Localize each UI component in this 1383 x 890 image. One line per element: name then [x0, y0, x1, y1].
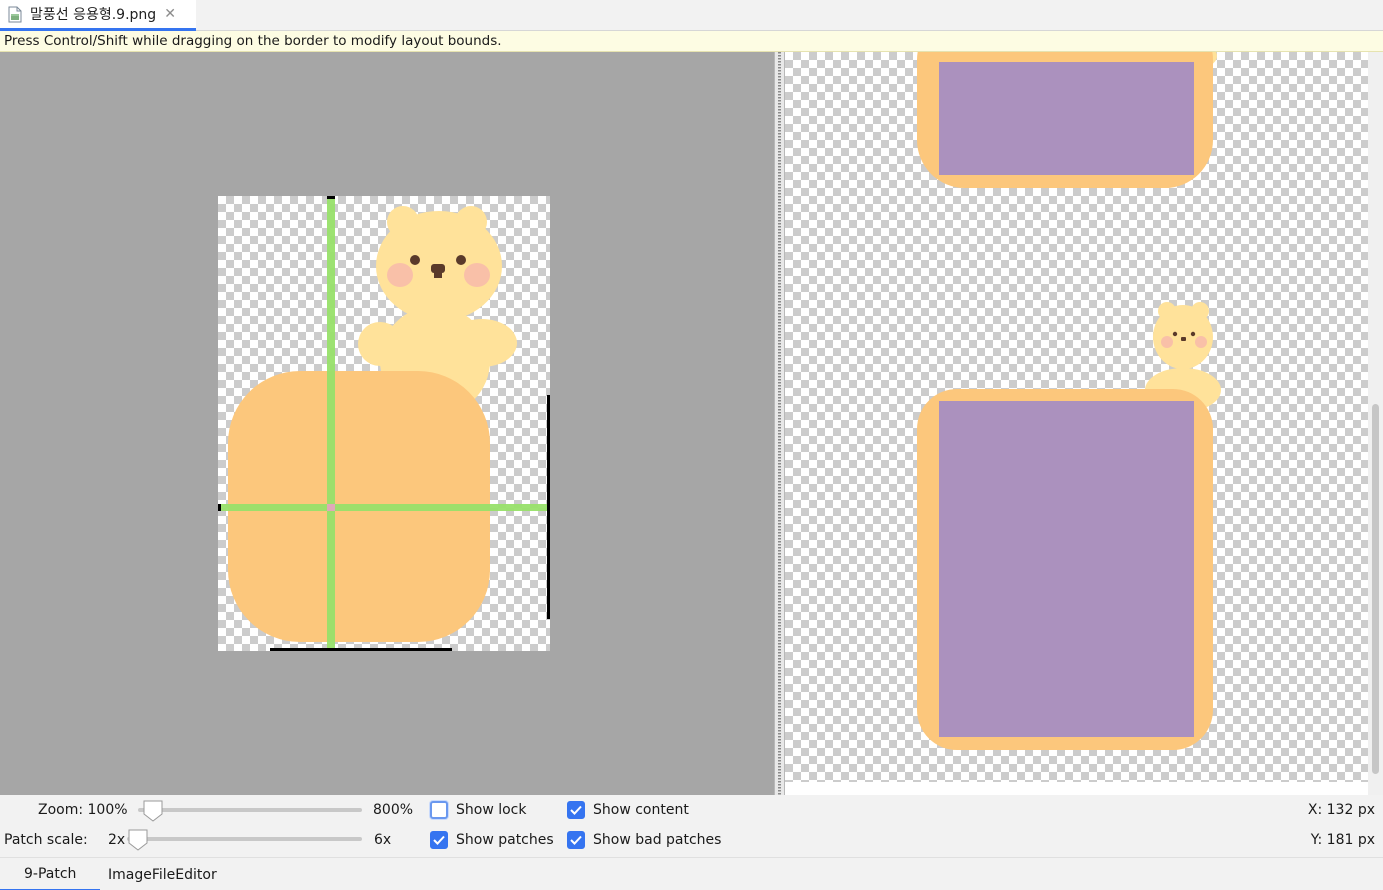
show-lock-checkbox[interactable]: Show lock	[430, 801, 527, 819]
preview-content-area-bottom	[939, 401, 1194, 737]
horizontal-patch-line	[218, 504, 550, 511]
preview-content-area-top	[939, 62, 1194, 175]
show-bad-patches-label: Show bad patches	[593, 832, 722, 848]
show-patches-label: Show patches	[456, 832, 554, 848]
nine-patch-image-canvas[interactable]	[218, 196, 550, 651]
editor-controls: Zoom: 100% 800% Patch scale: 2x 6x Show …	[0, 795, 1383, 857]
patch-scale-min-label: 2x	[108, 832, 126, 848]
splitter-grip[interactable]	[778, 52, 781, 795]
panel-splitter[interactable]	[774, 52, 785, 795]
show-bad-patches-box[interactable]	[567, 831, 585, 849]
patch-scale-max-label: 6x	[374, 832, 392, 848]
show-content-label: Show content	[593, 802, 689, 818]
file-tab-label: 말풍선 응용형.9.png	[30, 7, 157, 23]
editor-tab-bar: 말풍선 응용형.9.png ✕	[0, 0, 1383, 31]
cursor-x-readout: X: 132 px	[1307, 802, 1375, 818]
tab-image-file-editor[interactable]: ImageFileEditor	[84, 858, 241, 890]
zoom-slider-thumb[interactable]	[142, 800, 164, 822]
zoom-slider-track[interactable]	[138, 808, 362, 812]
show-content-checkbox[interactable]: Show content	[567, 801, 689, 819]
patch-scale-slider-track[interactable]	[127, 837, 362, 841]
image-file-icon	[8, 6, 22, 23]
editor-mode-tabs: 9-Patch ImageFileEditor	[0, 857, 1383, 890]
hint-banner: Press Control/Shift while dragging on th…	[0, 31, 1383, 52]
right-content-marker[interactable]	[547, 395, 550, 619]
preview-horizontal-stretch	[917, 52, 1217, 188]
zoom-max-label: 800%	[373, 802, 414, 818]
zoom-slider[interactable]	[138, 800, 362, 822]
left-stretch-marker[interactable]	[218, 504, 221, 511]
patch-intersection	[327, 504, 335, 511]
vertical-patch-line	[327, 196, 335, 648]
preview-vertical-stretch	[917, 302, 1221, 750]
show-patches-checkbox[interactable]: Show patches	[430, 831, 554, 849]
bottom-content-marker[interactable]	[270, 648, 452, 651]
zoom-label: Zoom: 100%	[38, 802, 128, 818]
nine-patch-editor-canvas-area[interactable]	[0, 52, 774, 795]
show-patches-box[interactable]	[430, 831, 448, 849]
patch-scale-label: Patch scale:	[4, 832, 88, 848]
show-bad-patches-checkbox[interactable]: Show bad patches	[567, 831, 721, 849]
stretch-preview-panel	[785, 52, 1383, 795]
show-content-box[interactable]	[567, 801, 585, 819]
patch-scale-slider[interactable]	[127, 829, 362, 851]
cursor-y-readout: Y: 181 px	[1310, 832, 1375, 848]
close-tab-icon[interactable]: ✕	[164, 6, 176, 22]
preview-vertical-scrollbar[interactable]	[1368, 52, 1383, 795]
top-stretch-marker[interactable]	[327, 196, 335, 199]
show-lock-box[interactable]	[430, 801, 448, 819]
show-lock-label: Show lock	[456, 802, 527, 818]
patch-scale-slider-thumb[interactable]	[127, 829, 149, 851]
preview-scrollbar-thumb[interactable]	[1372, 404, 1379, 774]
file-tab[interactable]: 말풍선 응용형.9.png ✕	[0, 0, 196, 31]
